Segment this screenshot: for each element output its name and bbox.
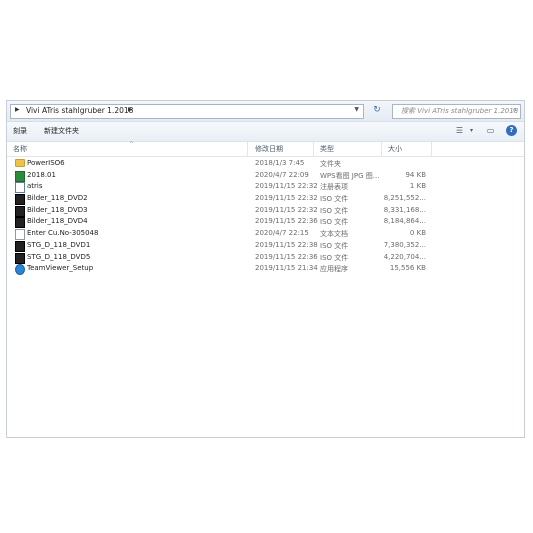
explorer-window: ▶ Vivi ATris stahlgruber 1.2018 ▶ ▼ ↻ 搜索… bbox=[6, 100, 525, 438]
file-size: 0 KB bbox=[409, 229, 426, 238]
file-date: 2019/11/15 22:32 bbox=[255, 194, 318, 203]
column-divider[interactable] bbox=[381, 142, 382, 156]
file-type: ISO 文件 bbox=[320, 241, 349, 250]
file-name: Enter Cu.No-305048 bbox=[27, 229, 99, 238]
file-type: ISO 文件 bbox=[320, 253, 349, 262]
file-row[interactable]: STG_D_118_DVD5 2019/11/15 22:36 ISO 文件 4… bbox=[7, 252, 524, 264]
file-type: ISO 文件 bbox=[320, 195, 349, 204]
column-divider[interactable] bbox=[431, 142, 432, 156]
chevron-right-icon[interactable]: ▶ bbox=[15, 106, 20, 113]
column-divider[interactable] bbox=[247, 142, 248, 156]
teamviewer-app-icon bbox=[15, 264, 25, 276]
breadcrumb[interactable]: Vivi ATris stahlgruber 1.2018 bbox=[26, 106, 133, 115]
file-row[interactable]: Bilder_118_DVD4 2019/11/15 22:36 ISO 文件 … bbox=[7, 216, 524, 229]
folder-icon bbox=[15, 159, 25, 167]
file-row[interactable]: Bilder_118_DVD3 2019/11/15 22:32 ISO 文件 … bbox=[7, 205, 524, 217]
file-date: 2019/11/15 22:36 bbox=[255, 252, 318, 261]
column-date[interactable]: 修改日期 bbox=[255, 144, 283, 154]
file-type: ISO 文件 bbox=[320, 218, 349, 227]
file-name: 2018.01 bbox=[27, 170, 56, 179]
image-file-icon bbox=[15, 170, 25, 182]
sort-up-icon: ^ bbox=[129, 141, 135, 148]
file-name: Bilder_118_DVD4 bbox=[27, 217, 88, 226]
chevron-down-icon[interactable]: ▼ bbox=[354, 106, 359, 113]
file-name: Bilder_118_DVD2 bbox=[27, 194, 88, 203]
file-row[interactable]: PowerISO6 2018/1/3 7:45 文件夹 bbox=[7, 158, 524, 170]
toolbar: 刻录 新建文件夹 ☰ ▾ ▭ ? bbox=[7, 122, 524, 142]
text-file-icon bbox=[15, 229, 25, 241]
file-row[interactable]: atris 2019/11/15 22:32 注册表项 1 KB bbox=[7, 181, 524, 194]
refresh-icon[interactable]: ↻ bbox=[370, 104, 384, 117]
iso-file-icon bbox=[15, 194, 25, 206]
column-header: 名称 ^ 修改日期 类型 大小 bbox=[7, 141, 524, 157]
file-row[interactable]: Bilder_118_DVD2 2019/11/15 22:32 ISO 文件 … bbox=[7, 193, 524, 206]
file-type: 注册表项 bbox=[320, 183, 348, 192]
file-row[interactable]: 2018.01 2020/4/7 22:09 WPS看图 JPG 图... 94… bbox=[7, 170, 524, 182]
search-icon[interactable]: ⌕ bbox=[513, 105, 517, 115]
file-size: 15,556 KB bbox=[389, 264, 426, 273]
file-list: PowerISO6 2018/1/3 7:45 文件夹 2018.01 2020… bbox=[7, 158, 524, 276]
view-options-icon[interactable]: ☰ bbox=[454, 125, 465, 136]
file-size: 94 KB bbox=[405, 170, 426, 179]
preview-pane-icon[interactable]: ▭ bbox=[485, 125, 496, 136]
search-input[interactable]: 搜索 Vivi ATris stahlgruber 1.2018 ⌕ bbox=[392, 104, 521, 119]
file-name: atris bbox=[27, 182, 43, 191]
search-placeholder: 搜索 Vivi ATris stahlgruber 1.2018 bbox=[401, 107, 519, 115]
iso-file-icon bbox=[15, 205, 25, 217]
file-size: 1 KB bbox=[409, 182, 426, 191]
column-divider[interactable] bbox=[313, 142, 314, 156]
column-name[interactable]: 名称 bbox=[13, 144, 27, 154]
iso-file-icon bbox=[15, 217, 25, 229]
file-size: 8,251,552... bbox=[383, 194, 426, 203]
new-folder-button[interactable]: 新建文件夹 bbox=[44, 126, 79, 136]
file-row[interactable]: Enter Cu.No-305048 2020/4/7 22:15 文本文档 0… bbox=[7, 228, 524, 241]
iso-file-icon bbox=[15, 240, 25, 252]
iso-file-icon bbox=[15, 252, 25, 264]
file-date: 2019/11/15 21:34 bbox=[255, 264, 318, 273]
file-date: 2019/11/15 22:38 bbox=[255, 240, 318, 249]
file-name: TeamViewer_Setup bbox=[27, 264, 94, 273]
file-size: 4,220,704... bbox=[383, 252, 426, 261]
chevron-right-icon[interactable]: ▶ bbox=[128, 106, 133, 113]
file-type: WPS看图 JPG 图... bbox=[320, 171, 380, 180]
registry-file-icon bbox=[15, 182, 25, 194]
file-name: STG_D_118_DVD1 bbox=[27, 240, 91, 249]
file-row[interactable]: TeamViewer_Setup 2019/11/15 21:34 应用程序 1… bbox=[7, 263, 524, 276]
file-name: STG_D_118_DVD5 bbox=[27, 252, 91, 261]
file-date: 2020/4/7 22:09 bbox=[255, 170, 309, 179]
file-type: 应用程序 bbox=[320, 265, 348, 274]
file-date: 2019/11/15 22:36 bbox=[255, 217, 318, 226]
file-date: 2018/1/3 7:45 bbox=[255, 159, 305, 167]
file-size: 8,184,864... bbox=[383, 217, 426, 226]
file-name: PowerISO6 bbox=[27, 159, 65, 167]
file-date: 2019/11/15 22:32 bbox=[255, 182, 318, 191]
help-icon[interactable]: ? bbox=[506, 125, 517, 136]
column-size[interactable]: 大小 bbox=[388, 144, 402, 154]
file-row[interactable]: STG_D_118_DVD1 2019/11/15 22:38 ISO 文件 7… bbox=[7, 240, 524, 252]
file-type: 文本文档 bbox=[320, 230, 348, 239]
file-type: 文件夹 bbox=[320, 160, 341, 168]
burn-button[interactable]: 刻录 bbox=[13, 126, 27, 136]
column-type[interactable]: 类型 bbox=[320, 144, 334, 154]
file-date: 2019/11/15 22:32 bbox=[255, 205, 318, 214]
file-date: 2020/4/7 22:15 bbox=[255, 229, 309, 238]
chevron-down-icon[interactable]: ▾ bbox=[466, 125, 477, 136]
address-row: ▶ Vivi ATris stahlgruber 1.2018 ▶ ▼ ↻ 搜索… bbox=[7, 101, 524, 122]
file-name: Bilder_118_DVD3 bbox=[27, 205, 88, 214]
file-size: 8,331,168... bbox=[383, 205, 426, 214]
address-bar[interactable]: ▶ Vivi ATris stahlgruber 1.2018 ▶ ▼ bbox=[10, 104, 364, 119]
file-type: ISO 文件 bbox=[320, 206, 349, 215]
file-size: 7,380,352... bbox=[383, 240, 426, 249]
